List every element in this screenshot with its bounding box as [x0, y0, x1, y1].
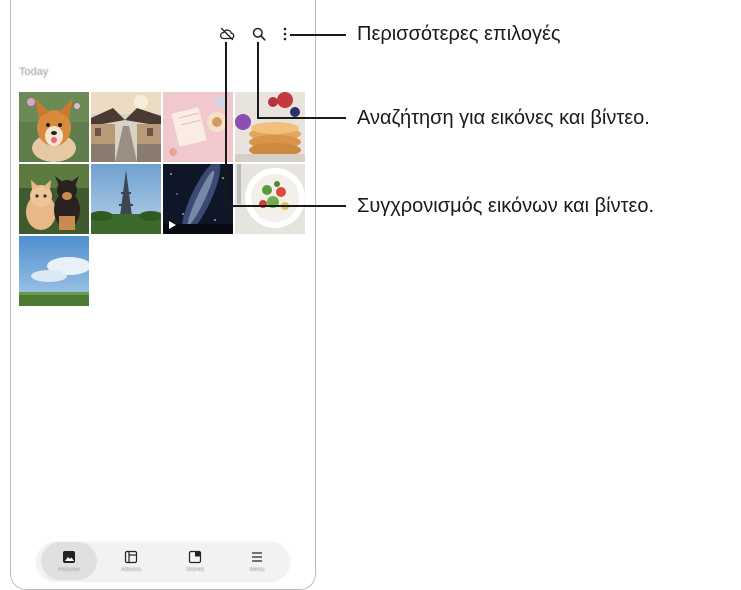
photo-thumbnail[interactable] [235, 164, 305, 234]
callout-line-search [257, 117, 346, 119]
menu-icon [252, 551, 262, 562]
play-icon [169, 221, 176, 229]
pictures-icon [63, 550, 75, 563]
nav-menu-tab[interactable]: Menu [229, 542, 285, 580]
photo-thumbnail[interactable] [91, 164, 161, 234]
section-date-label: Today [19, 66, 49, 78]
photo-thumbnail[interactable] [163, 92, 233, 162]
nav-pictures-tab[interactable]: Pictures [41, 542, 97, 580]
callout-line-sync [225, 205, 346, 207]
photo-thumbnail[interactable] [19, 92, 89, 162]
gallery-screen: Today Pictures Albums Stories Menu [10, 0, 316, 590]
photo-thumbnail[interactable] [91, 92, 161, 162]
photo-thumbnail[interactable] [19, 164, 89, 234]
nav-label: Albums [120, 566, 141, 573]
nav-label: Menu [249, 566, 265, 573]
callout-line-sync-vertical [225, 42, 227, 206]
nav-label: Pictures [58, 566, 80, 573]
nav-stories-tab[interactable]: Stories [167, 542, 223, 580]
albums-icon [124, 550, 138, 563]
nav-albums-tab[interactable]: Albums [103, 542, 159, 580]
nav-label: Stories [185, 566, 205, 573]
callout-sync: Συγχρονισμός εικόνων και βίντεο. [357, 195, 655, 217]
callout-line-more-options [290, 34, 346, 36]
callout-line-search-vertical [257, 42, 259, 118]
callout-search: Αναζήτηση για εικόνες και βίντεο. [357, 107, 650, 129]
search-icon[interactable] [249, 24, 269, 44]
photo-thumbnail[interactable] [235, 92, 305, 162]
photo-thumbnail[interactable] [19, 236, 89, 306]
cloud-sync-icon[interactable] [217, 24, 237, 44]
bottom-navigation: Pictures Albums Stories Menu [37, 542, 289, 580]
stories-icon [188, 550, 202, 563]
video-thumbnail[interactable] [163, 164, 233, 234]
callout-more-options: Περισσότερες επιλογές [357, 23, 561, 45]
